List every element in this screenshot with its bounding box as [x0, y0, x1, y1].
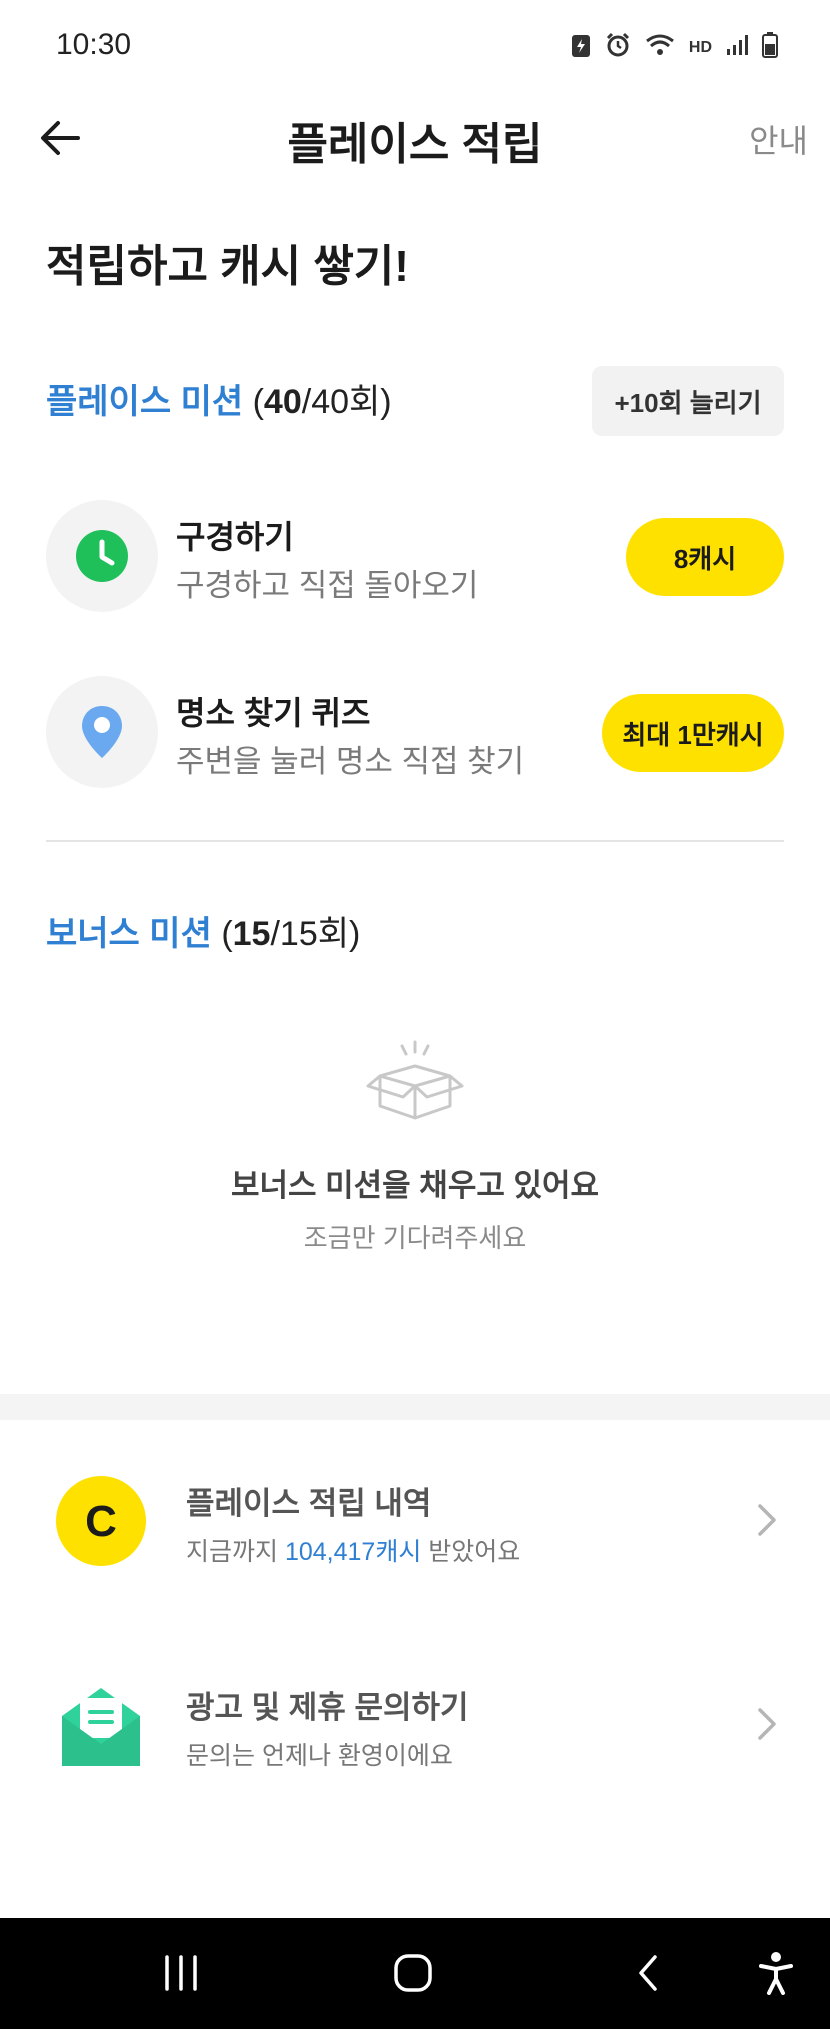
- mission-item-browse[interactable]: 구경하기 구경하고 직접 돌아오기 8캐시: [46, 500, 784, 612]
- status-time: 10:30: [56, 28, 132, 61]
- cash-coin-icon: C: [56, 1476, 146, 1566]
- clock-icon: [76, 530, 128, 582]
- sub-prefix: 지금까지: [186, 1538, 285, 1566]
- mission-subtitle: 구경하고 직접 돌아오기: [176, 568, 479, 603]
- hd-voice-icon: HD: [688, 39, 712, 56]
- page-title: 플레이스 적립: [287, 120, 543, 169]
- bonus-mission-count: (15/15회): [221, 915, 360, 953]
- mission-subtitle: 주변을 눌러 명소 직접 찾기: [176, 744, 525, 779]
- coin-letter: C: [85, 1497, 117, 1546]
- count-done: 15: [232, 915, 271, 953]
- wifi-icon: [645, 33, 675, 63]
- mission-title: 명소 찾기 퀴즈: [176, 695, 371, 731]
- chevron-left-icon: [639, 1955, 657, 1991]
- nav-back-button[interactable]: [618, 1948, 678, 1998]
- section-separator: [0, 1394, 830, 1420]
- count-open: (: [252, 383, 264, 421]
- mission-icon-wrap: [46, 500, 158, 612]
- hero-title: 적립하고 캐시 쌓기!: [46, 242, 409, 291]
- alarm-icon: [605, 32, 631, 64]
- battery-icon: [762, 32, 778, 64]
- empty-box-icon: [366, 1040, 464, 1120]
- row-title: 광고 및 제휴 문의하기: [186, 1690, 469, 1725]
- recent-apps-button[interactable]: [151, 1948, 211, 1998]
- place-mission-heading: 플레이스 미션 (40/40회): [46, 374, 392, 423]
- accessibility-icon: [759, 1952, 793, 1995]
- row-title: 플레이스 적립 내역: [186, 1486, 432, 1521]
- mission-item-quiz[interactable]: 명소 찾기 퀴즈 주변을 눌러 명소 직접 찾기 최대 1만캐시: [46, 676, 784, 788]
- cash-total: 104,417캐시: [284, 1538, 422, 1566]
- row-subtitle: 지금까지 104,417캐시 받았어요: [186, 1532, 520, 1568]
- home-icon: [394, 1954, 432, 1992]
- count-total: /15회): [270, 915, 361, 953]
- home-button[interactable]: [383, 1948, 443, 1998]
- accessibility-button[interactable]: [746, 1948, 806, 1998]
- empty-subtitle: 조금만 기다려주세요: [303, 1223, 527, 1253]
- signal-icon: [726, 34, 748, 62]
- recent-apps-icon: [165, 1955, 197, 1991]
- system-nav-bar: [0, 1918, 830, 2029]
- ad-inquiry-row[interactable]: 광고 및 제휴 문의하기 문의는 언제나 환영이에요: [0, 1660, 830, 1790]
- section-divider: [46, 840, 784, 842]
- cash-history-row[interactable]: C 플레이스 적립 내역 지금까지 104,417캐시 받았어요: [0, 1456, 830, 1586]
- mission-icon-wrap: [46, 676, 158, 788]
- count-done: 40: [263, 383, 302, 421]
- bonus-mission-label: 보너스 미션: [46, 915, 212, 953]
- empty-title: 보너스 미션을 채우고 있어요: [230, 1168, 600, 1203]
- reward-button[interactable]: 8캐시: [626, 518, 784, 596]
- app-header: 플레이스 적립 안내: [0, 90, 830, 185]
- place-mission-label: 플레이스 미션: [46, 383, 244, 421]
- mail-icon: [56, 1680, 146, 1770]
- status-icons: HD: [571, 32, 778, 64]
- chevron-right-icon: [758, 1504, 776, 1536]
- empty-state: [0, 1040, 830, 1125]
- add-ten-button[interactable]: +10회 늘리기: [592, 366, 784, 436]
- count-open: (: [221, 915, 233, 953]
- location-pin-icon: [82, 706, 122, 758]
- guide-link[interactable]: 안내: [749, 116, 808, 162]
- battery-saver-icon: [571, 32, 591, 64]
- mission-title: 구경하기: [176, 519, 294, 555]
- chevron-right-icon: [758, 1708, 776, 1740]
- bonus-mission-heading: 보너스 미션 (15/15회): [46, 906, 360, 955]
- reward-button[interactable]: 최대 1만캐시: [602, 694, 784, 772]
- count-total: /40회): [301, 383, 392, 421]
- sub-suffix: 받았어요: [421, 1538, 521, 1566]
- row-subtitle: 문의는 언제나 환영이에요: [186, 1742, 453, 1770]
- place-mission-count: (40/40회): [253, 383, 392, 421]
- status-bar: 10:30 HD: [0, 0, 830, 90]
